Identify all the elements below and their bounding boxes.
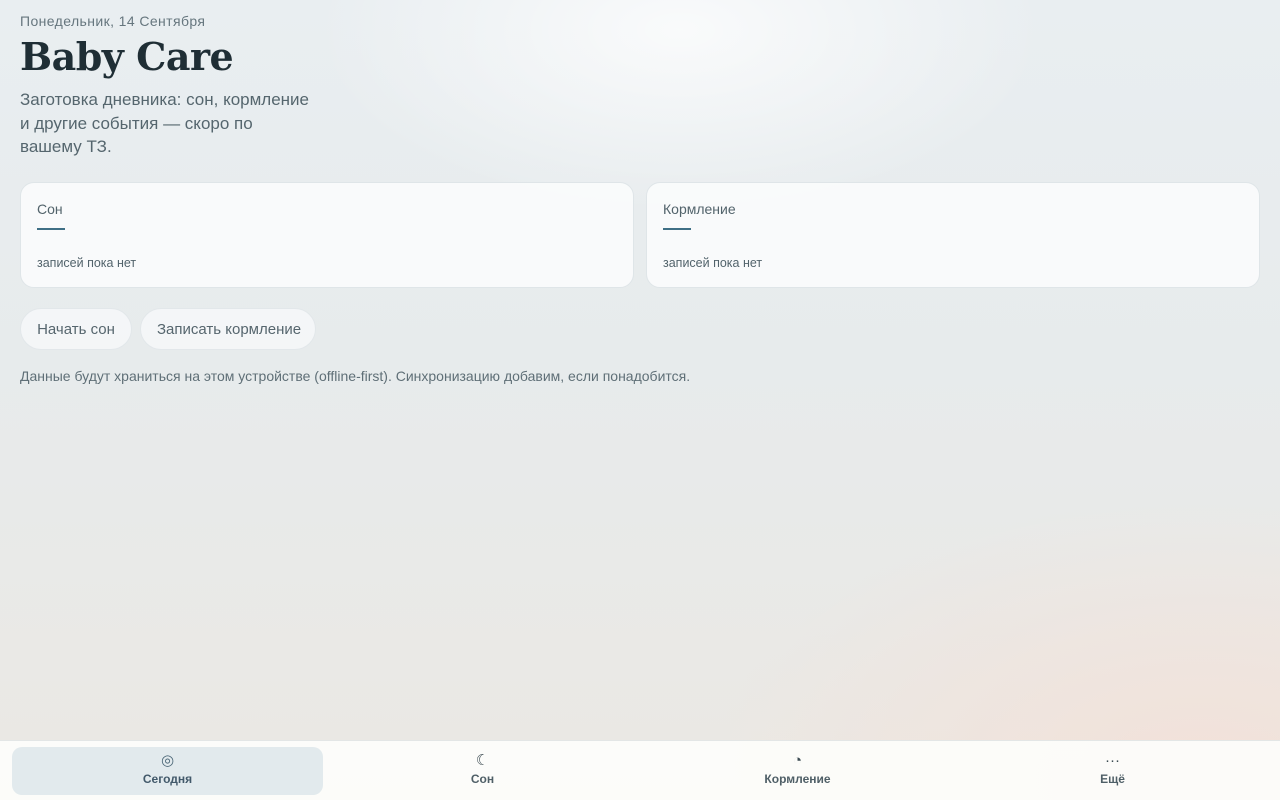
today-icon: ◎ [160, 752, 175, 769]
feeding-card-note: записей пока нет [663, 256, 763, 270]
bottom-tab-bar: ◎ Сегодня ☾ Сон ◔ Кормление ··· Ещё [0, 740, 1280, 800]
tab-today[interactable]: ◎ Сегодня [12, 747, 323, 795]
tab-feeding[interactable]: ◔ Кормление [642, 747, 953, 795]
feeding-icon: ◔ [792, 752, 803, 769]
sleep-card-value: — [37, 228, 65, 230]
tab-feeding-label: Кормление [764, 772, 831, 786]
tab-sleep[interactable]: ☾ Сон [327, 747, 638, 795]
sleep-card-note: записей пока нет [37, 256, 137, 270]
app-title: Baby Care [20, 34, 234, 79]
start-sleep-button[interactable]: Начать сон [20, 308, 132, 350]
more-icon: ··· [1105, 752, 1120, 769]
feeding-card[interactable]: Кормление — записей пока нет [646, 182, 1260, 288]
moon-icon: ☾ [475, 752, 490, 769]
tab-more-label: Ещё [1100, 772, 1125, 786]
tab-more[interactable]: ··· Ещё [957, 747, 1268, 795]
main-content: Понедельник, 14 Сентября Baby Care Загот… [20, 0, 1260, 740]
summary-cards: Сон — записей пока нет Кормление — запис… [20, 182, 1260, 288]
storage-note: Данные будут храниться на этом устройств… [20, 368, 691, 384]
feeding-card-label: Кормление [663, 201, 736, 217]
page-subtitle: Заготовка дневника: сон, кормление и дру… [20, 90, 310, 156]
sleep-card[interactable]: Сон — записей пока нет [20, 182, 634, 288]
tab-today-label: Сегодня [142, 772, 193, 786]
tab-sleep-label: Сон [470, 772, 495, 786]
feeding-card-value: — [663, 228, 691, 230]
log-feeding-button[interactable]: Записать кормление [140, 308, 316, 350]
sleep-card-label: Сон [37, 201, 63, 217]
current-date: Понедельник, 14 Сентября [20, 13, 206, 29]
